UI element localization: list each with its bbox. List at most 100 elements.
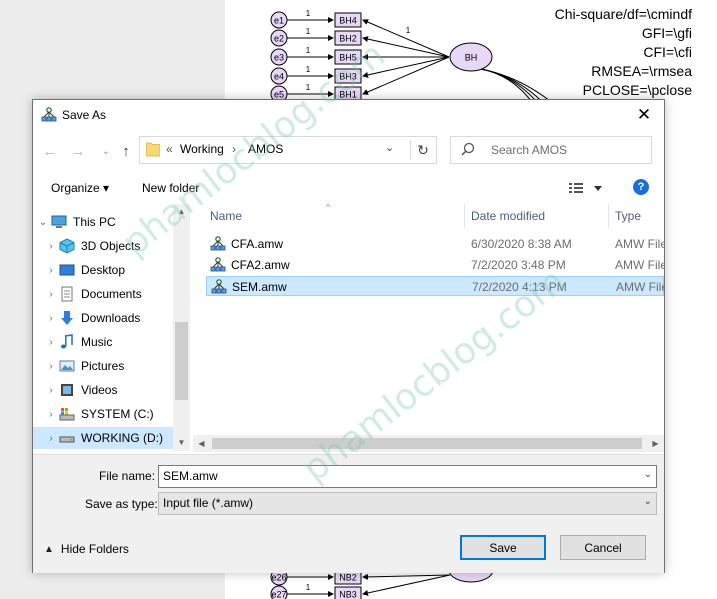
navigation-pane: ⌄ This PC › 3D Objects › Desktop › Docum… [33,204,190,451]
file-row-cfa[interactable]: CFA.amw 6/30/2020 8:38 AM AMW File [206,234,664,254]
dialog-titlebar[interactable]: Save As ✕ [33,100,664,130]
tree-item-pictures[interactable]: › Pictures [43,355,173,377]
path-weight-label: 1 [306,583,311,592]
save-type-select[interactable]: Input file (*.amw) ⌄ [158,492,657,515]
breadcrumb-working[interactable]: Working [180,142,224,156]
chevron-right-icon[interactable]: › [43,241,59,252]
amw-file-icon [210,236,226,251]
arrow-left-icon: ← [42,142,58,160]
file-date: 7/2/2020 3:48 PM [471,258,566,272]
arrow-up-icon: ↑ [122,142,130,160]
chevron-down-icon[interactable]: ⌄ [644,496,652,507]
chevron-down-icon[interactable]: ⌄ [35,217,51,228]
forward-button[interactable]: → [68,141,88,161]
column-name[interactable]: Name [210,204,242,228]
save-type-value: Input file (*.amw) [163,496,254,510]
address-overflow[interactable]: « [166,142,173,156]
fit-stat-rmsea: RMSEA=\rmsea [591,63,692,79]
recent-locations-button[interactable]: ⌄ [96,141,116,161]
tree-item-3d-objects[interactable]: › 3D Objects [43,235,173,257]
search-placeholder: Search AMOS [491,143,568,157]
tree-label: SYSTEM (C:) [81,407,154,421]
scroll-thumb[interactable] [175,322,188,400]
new-folder-button[interactable]: New folder [142,181,199,195]
fit-stat-chisq: Chi-square/df=\cmindf [554,6,692,22]
nav-pane-scrollbar[interactable]: ▲ ▼ [173,204,190,451]
tree-label: Downloads [81,311,141,325]
observed-variable-label: BH4 [339,16,357,26]
chevron-right-icon[interactable]: › [43,265,59,276]
observed-variable-label: NB3 [339,590,357,599]
file-name: CFA2.amw [231,258,290,272]
scroll-up-icon[interactable]: ▲ [173,204,190,220]
videos-icon [61,384,73,396]
pictures-icon [59,360,75,372]
scroll-down-icon[interactable]: ▼ [173,435,190,451]
file-row-sem[interactable]: SEM.amw 7/2/2020 4:13 PM AMW File [206,276,664,296]
chevron-right-icon[interactable]: › [43,433,59,444]
tree-item-videos[interactable]: › Videos [43,379,173,401]
scroll-right-icon[interactable]: ▶ [647,435,664,452]
3d-objects-icon [59,238,75,254]
observed-variable-label: BH5 [339,53,357,63]
tree-label: This PC [73,215,116,229]
address-dropdown-icon[interactable]: ⌄ [385,141,394,154]
scroll-left-icon[interactable]: ◀ [193,435,210,452]
hide-folders-label: Hide Folders [60,542,129,556]
loading-path [362,573,451,580]
column-divider[interactable] [608,204,609,228]
file-list-horizontal-scrollbar[interactable]: ◀ ▶ [193,435,664,452]
chevron-right-icon[interactable]: › [43,409,59,420]
close-button[interactable]: ✕ [624,100,664,130]
chevron-right-icon[interactable]: › [43,313,59,324]
tree-label: Documents [81,287,142,301]
view-options-icon[interactable] [568,179,608,197]
tree-item-music[interactable]: › Music [43,331,173,353]
documents-icon [61,286,73,302]
chevron-down-icon: ⌄ [101,145,111,157]
refresh-button[interactable]: ↻ [410,140,435,160]
column-type[interactable]: Type [615,204,641,228]
up-button[interactable]: ↑ [116,141,136,161]
file-name-input[interactable]: SEM.amw ⌄ [158,465,657,488]
file-date: 7/2/2020 4:13 PM [472,280,567,294]
file-row-cfa2[interactable]: CFA2.amw 7/2/2020 3:48 PM AMW File [206,255,664,275]
chevron-right-icon[interactable]: › [43,337,59,348]
save-button[interactable]: Save [460,535,546,560]
tree-item-desktop[interactable]: › Desktop [43,259,173,281]
music-icon [61,334,73,349]
chevron-right-icon[interactable]: › [43,361,59,372]
file-name-label: File name: [99,469,156,483]
scroll-thumb[interactable] [212,438,642,449]
tree-item-this-pc[interactable]: ⌄ This PC [33,211,173,233]
path-weight-label: 1 [306,83,311,92]
tree-item-system-drive[interactable]: › SYSTEM (C:) [43,403,173,425]
search-input[interactable]: Search AMOS [450,136,652,164]
chevron-down-icon[interactable]: ⌄ [644,469,652,480]
search-icon [461,142,475,156]
column-date-modified[interactable]: Date modified [471,204,545,228]
refresh-icon: ↻ [417,141,429,158]
chevron-right-icon[interactable]: › [43,289,59,300]
breadcrumb-amos[interactable]: AMOS [248,142,283,156]
tree-item-downloads[interactable]: › Downloads [43,307,173,329]
breadcrumb-chevron-icon[interactable]: › [232,142,236,156]
back-button[interactable]: ← [40,141,60,161]
cancel-button[interactable]: Cancel [560,535,646,560]
hide-folders-button[interactable]: ▲ Hide Folders [44,542,129,556]
chevron-right-icon[interactable]: › [43,385,59,396]
folder-icon [146,142,160,157]
error-label: e3 [274,53,284,63]
file-name: CFA.amw [231,237,284,251]
organize-button[interactable]: Organize ▾ [51,181,109,195]
file-list: ^ Name Date modified Type CFA.amw 6/30/2… [193,204,664,451]
path-weight-label: 1 [406,26,411,35]
help-icon[interactable]: ? [633,179,649,195]
tree-item-working-drive[interactable]: › WORKING (D:) [33,427,173,449]
fit-stat-pclose: PCLOSE=\pclose [582,82,692,98]
tree-item-documents[interactable]: › Documents [43,283,173,305]
column-divider[interactable] [464,204,465,228]
address-bar[interactable]: « Working › AMOS ⌄ ↻ [139,136,437,164]
loading-path [362,56,450,78]
save-type-label: Save as type: [85,497,158,511]
